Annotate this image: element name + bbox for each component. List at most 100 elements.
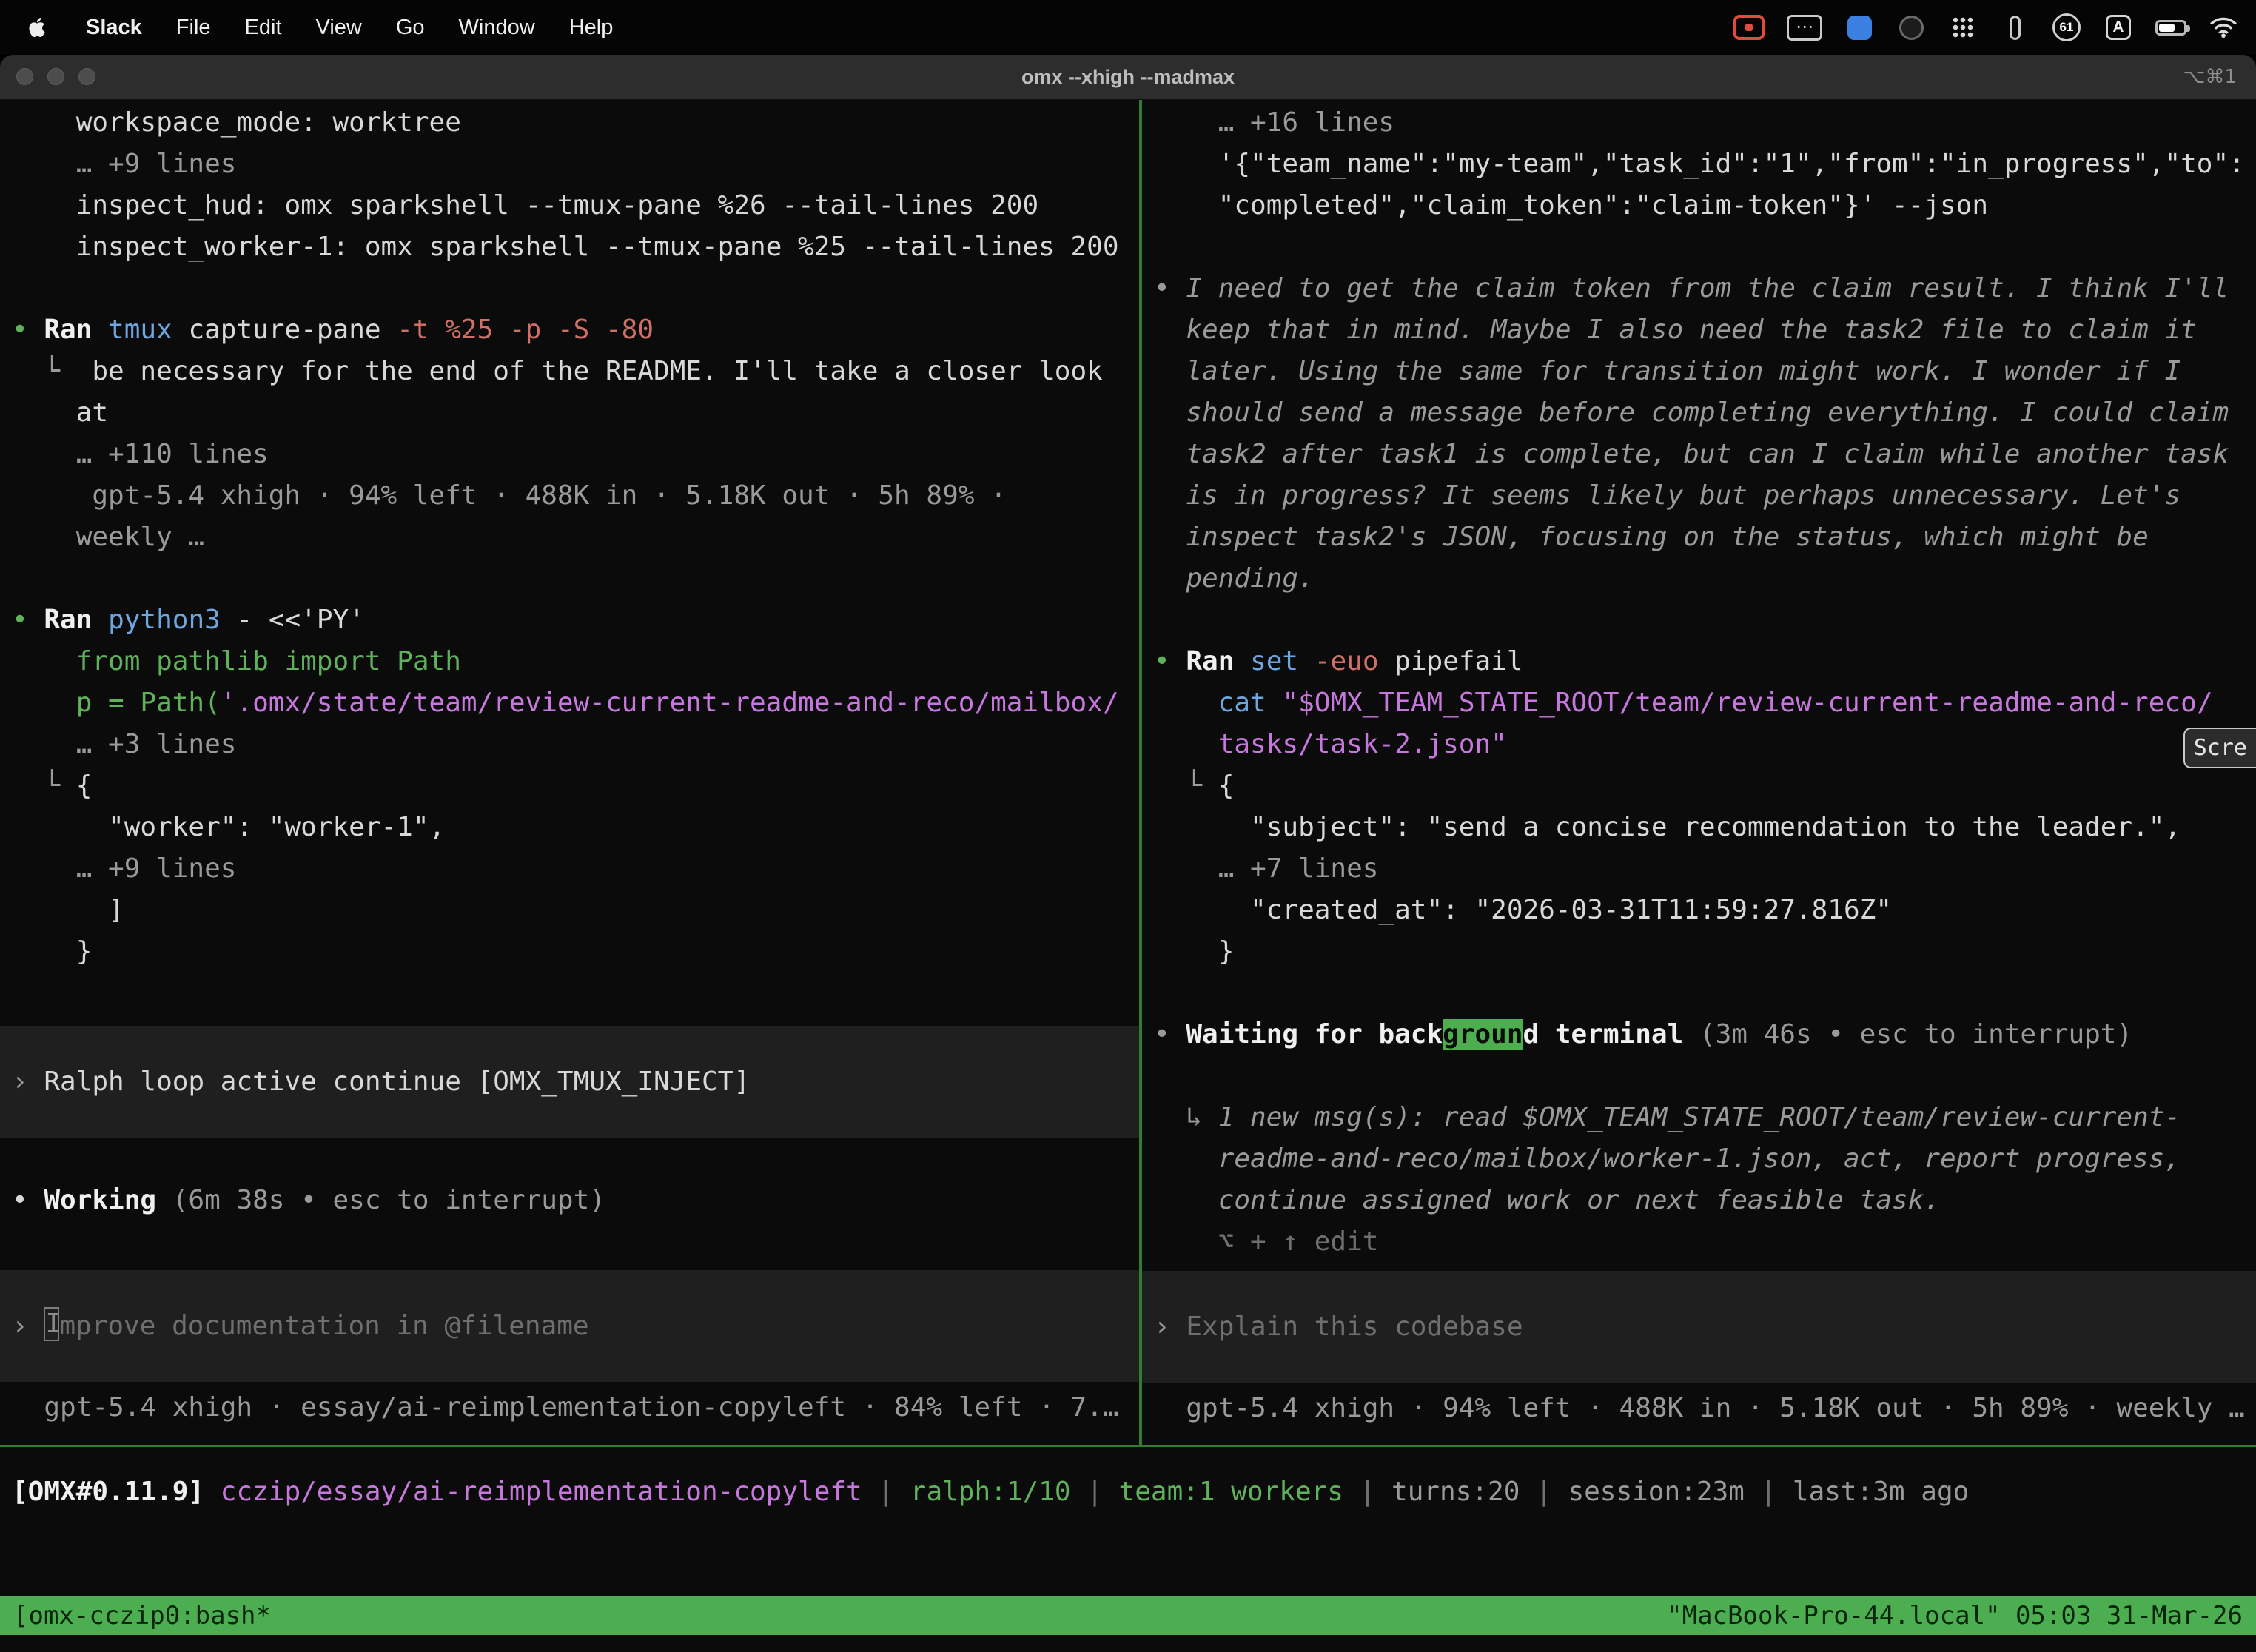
text-segment: weekly …	[12, 522, 204, 552]
text-segment: •	[12, 1185, 44, 1215]
terminal-block: … +16 lines '{"team_name":"my-team","tas…	[1142, 102, 2256, 1263]
battery-percent-icon[interactable]: 61	[2052, 11, 2081, 44]
text-segment: "created_at": "2026-03-31T11:59:27.816Z"	[1154, 895, 1892, 925]
text-segment: '{"team_name":"my-team","task_id":"1","f…	[1154, 149, 2245, 179]
terminal-line: "completed","claim_token":"claim-token"}…	[1142, 185, 2256, 226]
app-menu-slack[interactable]: Slack	[86, 16, 142, 40]
input-box[interactable]: › Ralph loop active continue [OMX_TMUX_I…	[0, 1026, 1139, 1138]
screen-share-tooltip: Scre	[2183, 728, 2256, 768]
text-segment: }	[1154, 936, 1234, 967]
terminal-line: … +16 lines	[1142, 102, 2256, 144]
text-segment: tmux	[108, 315, 172, 345]
text-segment: turns:20	[1391, 1477, 1520, 1507]
terminal-line: inspect task2's JSON, focusing on the st…	[1142, 517, 2256, 558]
menu-items: Slack File Edit View Go Window Help	[0, 11, 613, 44]
text-segment: groun	[1443, 1019, 1523, 1050]
battery-icon[interactable]	[2155, 11, 2186, 44]
terminal-line: continue assigned work or next feasible …	[1142, 1180, 2256, 1221]
text-segment: Working	[44, 1185, 156, 1215]
text-segment	[1234, 646, 1250, 676]
terminal-line: … +9 lines	[0, 848, 1139, 890]
screen-recording-icon[interactable]	[1733, 11, 1765, 44]
wifi-glyph	[2209, 16, 2237, 38]
text-segment: pipefail	[1379, 646, 1523, 676]
text-segment: {	[1218, 770, 1235, 801]
terminal-line: … +9 lines	[0, 144, 1139, 185]
dark-circle-icon[interactable]	[1896, 11, 1926, 44]
terminal-line: ⌥ + ↑ edit	[1142, 1221, 2256, 1263]
text-segment: Ran	[44, 315, 92, 345]
tmux-host-clock-label: "MacBook-Pro-44.local" 05:03 31-Mar-26	[1667, 1601, 2243, 1631]
text-segment: cat	[1218, 688, 1266, 718]
app-menu-edit[interactable]: Edit	[245, 16, 282, 40]
battery-percent-label: 61	[2060, 20, 2074, 35]
text-segment: tasks/task-2.json"	[1154, 729, 1507, 759]
text-segment: ]	[12, 895, 124, 925]
text-segment: └	[12, 770, 76, 801]
app-menu-go[interactable]: Go	[396, 16, 425, 40]
keyboard-icon[interactable]: ⋯	[1787, 11, 1822, 44]
dots-grid-icon[interactable]	[1948, 11, 1978, 44]
terminal-block: workspace_mode: worktree … +9 lines insp…	[0, 102, 1139, 973]
sidecar-pill-icon[interactable]	[2000, 11, 2030, 44]
wifi-icon[interactable]	[2209, 11, 2238, 44]
text-segment	[1298, 646, 1315, 676]
blue-glyph	[1847, 16, 1872, 40]
text-segment: •	[1154, 1019, 1186, 1050]
app-menu-view[interactable]: View	[316, 16, 362, 40]
text-segment: "subject": "send a concise recommendatio…	[1154, 812, 2181, 842]
terminal-line: readme-and-reco/mailbox/worker-1.json, a…	[1142, 1138, 2256, 1180]
input-source-icon[interactable]: A	[2104, 11, 2133, 44]
window-titlebar[interactable]: omx --xhigh --madmax ⌥⌘1	[0, 55, 2256, 100]
terminal-line: }	[0, 931, 1139, 973]
input-box[interactable]: › Explain this codebase	[1142, 1271, 2256, 1383]
terminal-line: › Improve documentation in @filename	[0, 1306, 1139, 1347]
text-segment: I need to get the claim token from the c…	[1186, 273, 2229, 303]
text-cursor: I	[44, 1307, 59, 1341]
text-segment: }	[12, 936, 92, 967]
text-segment: pending.	[1154, 563, 1315, 594]
app-menu-window[interactable]: Window	[459, 16, 535, 40]
app-menu-list: File Edit View Go Window Help	[176, 16, 614, 40]
terminal-line: └ {	[1142, 765, 2256, 807]
text-segment: readme-and-reco/mailbox/worker-1.json, a…	[1154, 1144, 2181, 1174]
text-segment: "worker": "worker-1",	[12, 812, 445, 842]
terminal-line: p = Path('.omx/state/team/review-current…	[0, 682, 1139, 724]
app-menu-file[interactable]: File	[176, 16, 211, 40]
keyboard-glyph: ⋯	[1787, 15, 1822, 41]
terminal-line: gpt-5.4 xhigh · 94% left · 488K in · 5.1…	[1142, 1388, 2256, 1429]
pane-right[interactable]: … +16 lines '{"team_name":"my-team","tas…	[1142, 100, 2256, 1445]
text-segment: is in progress? It seems likely but perh…	[1154, 480, 2181, 511]
terminal-line: later. Using the same for transition mig…	[1142, 351, 2256, 392]
text-segment: {	[76, 770, 93, 801]
pill-glyph	[2010, 16, 2021, 40]
pane-left[interactable]: workspace_mode: worktree … +9 lines insp…	[0, 100, 1139, 1445]
text-segment: └	[1154, 770, 1218, 801]
terminal-line: ↳ 1 new msg(s): read $OMX_TEAM_STATE_ROO…	[1142, 1097, 2256, 1138]
terminal-line	[1142, 226, 2256, 268]
terminal-line: └ {	[0, 765, 1139, 807]
app-menu-help[interactable]: Help	[569, 16, 614, 40]
link-app-icon[interactable]	[1844, 11, 1874, 44]
text-segment: |	[1071, 1477, 1119, 1507]
terminal-line	[1142, 600, 2256, 641]
terminal-line: • Ran python3 - <<'PY'	[0, 600, 1139, 641]
text-segment: "$OMX_TEAM_STATE_ROOT/team/review-curren…	[1282, 688, 2212, 718]
text-segment: … +7 lines	[1154, 853, 1378, 884]
text-segment: ›	[12, 1311, 44, 1341]
text-segment: ›	[12, 1067, 44, 1097]
terminal-line: "subject": "send a concise recommendatio…	[1142, 807, 2256, 848]
text-segment: set	[1250, 646, 1298, 676]
text-segment: workspace_mode: worktree	[12, 107, 461, 138]
terminal-line: └ be necessary for the end of the README…	[0, 351, 1139, 392]
text-segment: •	[12, 605, 44, 635]
status-icons: ⋯ 61 A	[1733, 11, 2256, 44]
text-segment: later. Using the same for transition mig…	[1154, 356, 2181, 386]
input-box[interactable]: › Improve documentation in @filename	[0, 1270, 1139, 1382]
tmux-session-label: [omx-cczip0:bash*	[13, 1601, 271, 1631]
terminal-line: cat "$OMX_TEAM_STATE_ROOT/team/review-cu…	[1142, 682, 2256, 724]
text-segment: |	[1343, 1477, 1391, 1507]
apple-menu[interactable]	[22, 11, 52, 44]
text-segment: Ran	[44, 605, 92, 635]
tmux-panes: workspace_mode: worktree … +9 lines insp…	[0, 100, 2256, 1445]
